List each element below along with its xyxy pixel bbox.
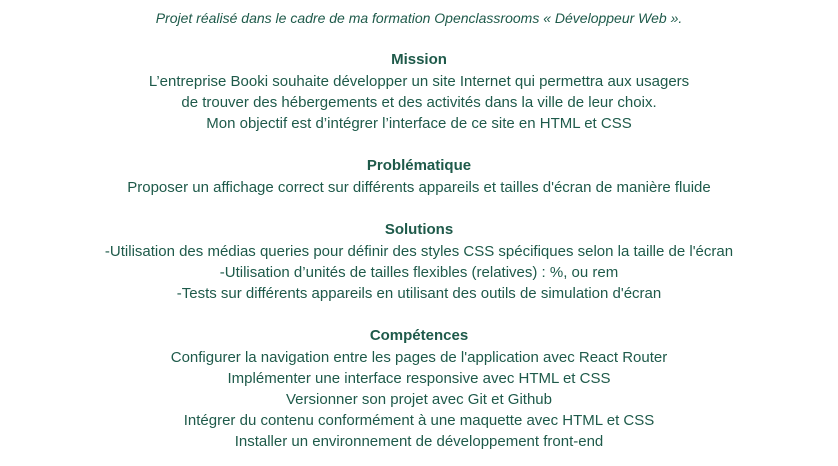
mission-title: Mission: [391, 51, 447, 68]
mission-line: Mon objectif est d’intégrer l’interface …: [206, 115, 632, 132]
solutions-line: -Tests sur différents appareils en utili…: [176, 285, 662, 302]
competences-line: Intégrer du contenu conformément à une m…: [183, 412, 655, 429]
problematique-line: Proposer un affichage correct sur différ…: [127, 179, 711, 196]
solutions-line: -Utilisation d’unités de tailles flexibl…: [219, 264, 619, 281]
project-description: Projet réalisé dans le cadre de ma forma…: [0, 0, 838, 466]
competences-line: Installer un environnement de développem…: [234, 433, 604, 450]
competences-section: Compétences Configurer la navigation ent…: [0, 326, 838, 452]
intro-text: Projet réalisé dans le cadre de ma forma…: [155, 10, 683, 26]
mission-line: de trouver des hébergements et des activ…: [181, 94, 657, 111]
problematique-title: Problématique: [366, 157, 472, 174]
competences-line: Implémenter une interface responsive ave…: [227, 370, 611, 387]
competences-line: Configurer la navigation entre les pages…: [170, 349, 668, 366]
solutions-line: -Utilisation des médias queries pour déf…: [104, 243, 734, 260]
competences-title: Compétences: [369, 327, 469, 344]
solutions-section: Solutions -Utilisation des médias querie…: [0, 220, 838, 304]
competences-line: Versionner son projet avec Git et Github: [286, 391, 552, 408]
problematique-section: Problématique Proposer un affichage corr…: [0, 156, 838, 198]
solutions-title: Solutions: [384, 221, 454, 238]
mission-line: L’entreprise Booki souhaite développer u…: [148, 73, 690, 90]
mission-section: Mission L’entreprise Booki souhaite déve…: [0, 50, 838, 134]
